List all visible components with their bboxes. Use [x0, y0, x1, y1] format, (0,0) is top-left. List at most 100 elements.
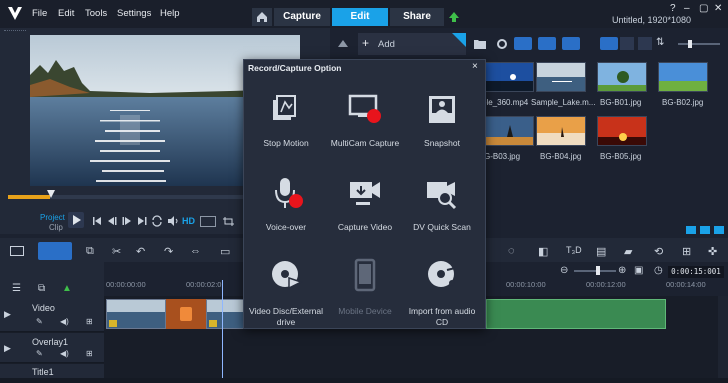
timeline-view-button[interactable]	[38, 242, 72, 260]
fit-to-window-icon[interactable]: ⇔	[190, 245, 201, 257]
home-button[interactable]	[252, 8, 272, 26]
track-manager-icon[interactable]: ⧉	[86, 245, 94, 258]
3d-title-icon[interactable]: T₃D	[566, 245, 582, 255]
menu-settings[interactable]: Settings	[117, 8, 151, 19]
storyboard-view-icon[interactable]	[10, 246, 24, 256]
maximize-button[interactable]: ▢	[699, 3, 708, 14]
library-settings-icon[interactable]	[496, 38, 508, 50]
library-collapse-icon[interactable]	[336, 36, 350, 50]
playhead[interactable]	[222, 280, 223, 383]
next-frame-button[interactable]	[120, 214, 134, 228]
option-label: Video Disc/External drive	[248, 306, 324, 327]
filter-audio-button[interactable]	[562, 37, 580, 50]
track-grid-icon[interactable]: ⊞	[86, 349, 93, 358]
zoom-slider[interactable]	[574, 270, 616, 272]
more-tools-icon[interactable]: ✜	[708, 245, 717, 258]
library-thumbnail[interactable]	[597, 62, 647, 92]
library-thumbnail[interactable]	[536, 116, 586, 146]
menu-help[interactable]: Help	[160, 8, 180, 19]
clip-mode-label[interactable]: Clip	[49, 223, 63, 232]
details-view-button[interactable]	[638, 37, 652, 50]
help-icon[interactable]: ?	[670, 3, 676, 14]
mask-icon[interactable]: ◧	[538, 245, 548, 258]
ripple-edit-icon[interactable]: ⧉	[38, 283, 45, 294]
thumbnail-size-slider[interactable]	[678, 43, 720, 45]
video-track-icon: ▶	[4, 309, 11, 319]
repeat-button[interactable]	[150, 214, 164, 228]
tools-icon[interactable]: ✂	[112, 245, 121, 258]
thumbnail-caption: ple_360.mp4	[482, 98, 529, 107]
project-mode-label[interactable]: Project	[40, 213, 65, 222]
speed-icon[interactable]: ⟲	[654, 245, 663, 258]
video-clip[interactable]	[206, 299, 244, 329]
timeline-horizontal-scrollbar[interactable]	[0, 378, 728, 383]
panel-grip[interactable]	[4, 30, 26, 32]
audio-ducking-icon[interactable]: ▰	[624, 245, 632, 258]
menu-edit[interactable]: Edit	[58, 8, 74, 19]
track-mute-icon[interactable]: ◀)	[60, 349, 69, 358]
play-button[interactable]	[68, 212, 84, 228]
track-mute-icon[interactable]: ◀)	[60, 317, 69, 326]
hd-preview-toggle[interactable]: HD	[182, 216, 195, 226]
thumbnail-view-button[interactable]	[600, 37, 618, 50]
play-icon	[73, 215, 81, 225]
transition-clip[interactable]	[166, 299, 206, 329]
timeline-vertical-scrollbar[interactable]	[718, 296, 728, 383]
ripple-arrow-icon[interactable]: ▲	[62, 283, 72, 294]
tab-capture[interactable]: Capture	[274, 8, 330, 26]
video-clip[interactable]	[106, 299, 166, 329]
close-window-button[interactable]: ✕	[714, 3, 722, 14]
library-thumbnail[interactable]	[597, 116, 647, 146]
tab-share[interactable]: Share	[390, 8, 444, 26]
menu-tools[interactable]: Tools	[85, 8, 107, 19]
list-view-button[interactable]	[620, 37, 634, 50]
end-button[interactable]	[135, 214, 149, 228]
timecode-display[interactable]: 0:00:15:001	[668, 266, 724, 278]
track-name: Overlay1	[32, 337, 69, 347]
library-thumbnail[interactable]	[658, 62, 708, 92]
library-option-button[interactable]	[700, 226, 710, 234]
library-option-button[interactable]	[686, 226, 696, 234]
video-track-header[interactable]	[0, 296, 104, 332]
track-list-icon[interactable]: ☰	[12, 283, 21, 294]
audio-video-clip[interactable]	[486, 299, 666, 329]
track-edit-icon[interactable]: ✎	[36, 317, 43, 326]
library-thumbnail[interactable]	[536, 62, 586, 92]
scrub-handle[interactable]	[47, 190, 55, 198]
library-thumbnail[interactable]	[484, 116, 534, 146]
track-grid-icon[interactable]: ⊞	[86, 317, 93, 326]
subtitle-icon[interactable]: ▭	[220, 245, 230, 258]
volume-button[interactable]	[166, 214, 180, 228]
menu-file[interactable]: File	[32, 8, 47, 19]
filter-photo-button[interactable]	[538, 37, 556, 50]
fit-project-icon[interactable]: ▣	[634, 265, 643, 276]
add-label[interactable]: Add	[378, 39, 395, 50]
zoom-in-icon[interactable]: ⊕	[618, 265, 626, 276]
split-screen-icon[interactable]: ⊞	[682, 245, 691, 258]
sort-icon[interactable]: ⇅	[656, 37, 664, 48]
scrub-progress	[8, 195, 50, 199]
add-plus-icon[interactable]: +	[362, 36, 369, 50]
motion-tracking-icon[interactable]: ◌	[508, 245, 515, 257]
add-folder-bar[interactable]	[358, 33, 466, 55]
multicam-icon[interactable]: ▤	[596, 245, 606, 258]
zoom-out-icon[interactable]: ⊖	[560, 265, 568, 276]
track-edit-icon[interactable]: ✎	[36, 349, 43, 358]
thumbnail-size-handle[interactable]	[688, 40, 692, 48]
import-folder-icon[interactable]	[474, 38, 486, 49]
filter-video-button[interactable]	[514, 37, 532, 50]
tab-edit[interactable]: Edit	[332, 8, 388, 26]
dialog-close-button[interactable]: ×	[472, 61, 478, 72]
zoom-handle[interactable]	[596, 266, 600, 275]
aspect-ratio-button[interactable]	[200, 216, 216, 227]
minimize-button[interactable]: –	[684, 3, 690, 14]
crop-icon[interactable]	[222, 216, 236, 227]
previous-frame-button[interactable]	[105, 214, 119, 228]
undo-icon[interactable]: ↶	[136, 245, 145, 258]
home-start-button[interactable]	[90, 214, 104, 228]
library-thumbnail[interactable]	[484, 62, 534, 92]
library-option-button[interactable]	[714, 226, 724, 234]
upload-button[interactable]	[446, 8, 462, 26]
ruler-tick-label: 00:00:10:00	[506, 280, 546, 289]
redo-icon[interactable]: ↷	[164, 245, 173, 258]
